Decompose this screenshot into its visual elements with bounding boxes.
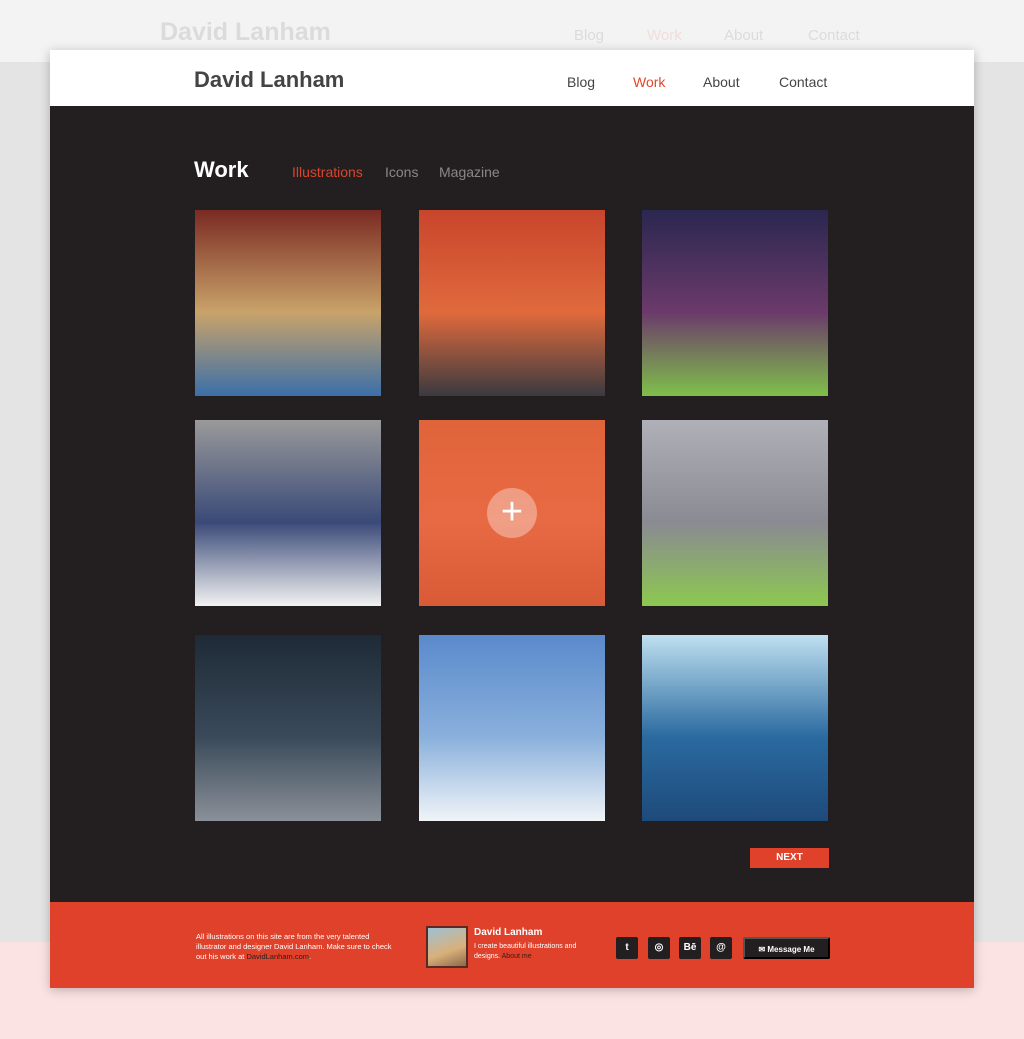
dribbble-icon[interactable]: ◎ [648, 937, 670, 959]
gallery-item[interactable] [642, 420, 828, 606]
ghost-nav: About [724, 27, 764, 44]
tab-magazine[interactable]: Magazine [439, 164, 500, 180]
twitter-icon[interactable]: t [616, 937, 638, 959]
credit-end: . [308, 952, 312, 961]
plus-icon[interactable]: + [487, 488, 537, 538]
behance-icon[interactable]: Bē [679, 937, 701, 959]
tab-illustrations[interactable]: Illustrations [292, 164, 363, 180]
about-me-link[interactable]: About me [502, 953, 532, 960]
profile-name: David Lanham [474, 927, 543, 938]
gallery-item[interactable] [642, 635, 828, 821]
site-logo[interactable]: David Lanham [194, 67, 344, 93]
gallery-item[interactable] [642, 210, 828, 396]
ghost-nav: Contact [808, 27, 860, 44]
gallery-item[interactable] [419, 635, 605, 821]
profile-bio: I create beautiful illustrations and des… [474, 942, 584, 962]
ghost-nav: Work [647, 27, 682, 44]
avatar [426, 926, 468, 968]
gallery-item[interactable]: + [419, 420, 605, 606]
gallery-item[interactable] [195, 420, 381, 606]
gallery-item[interactable] [419, 210, 605, 396]
gallery-item[interactable] [195, 210, 381, 396]
gallery-item[interactable] [195, 635, 381, 821]
nav-blog[interactable]: Blog [567, 74, 595, 90]
site-footer: All illustrations on this site are from … [50, 902, 974, 988]
nav-contact[interactable]: Contact [779, 74, 827, 90]
credit-text: All illustrations on this site are from … [196, 932, 396, 962]
next-button[interactable]: NEXT [750, 848, 829, 868]
page-title: Work [194, 157, 249, 182]
nav-work[interactable]: Work [633, 74, 665, 90]
tab-icons[interactable]: Icons [385, 164, 418, 180]
ghost-nav: Blog [574, 27, 605, 44]
site-header: David Lanham Blog Work About Contact [50, 50, 974, 106]
message-me-button[interactable]: ✉ Message Me [743, 937, 830, 959]
nav-about[interactable]: About [703, 74, 740, 90]
credit-link[interactable]: DavidLanham.com [246, 952, 309, 961]
ghost-logo: David Lanham [160, 18, 331, 46]
website-mockup: David Lanham Blog Work About Contact Wor… [50, 50, 974, 988]
email-at-icon[interactable]: @ [710, 937, 732, 959]
message-label: Message Me [767, 945, 815, 954]
